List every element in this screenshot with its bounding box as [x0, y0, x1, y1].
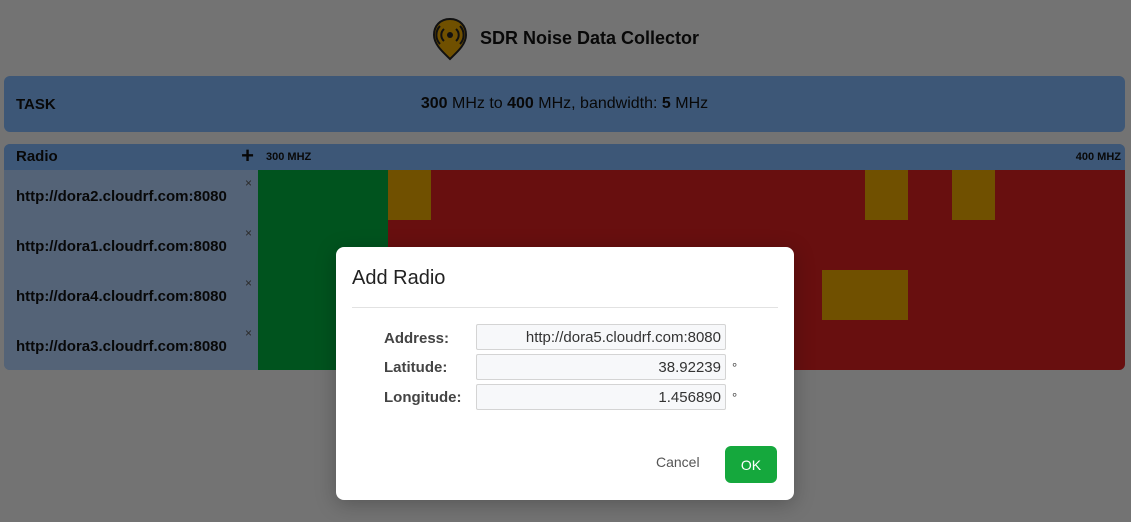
cancel-button[interactable]: Cancel: [650, 453, 706, 471]
address-label: Address:: [384, 330, 450, 347]
latitude-label: Latitude:: [384, 359, 448, 376]
longitude-label: Longitude:: [384, 389, 462, 406]
ok-button[interactable]: OK: [725, 446, 777, 483]
longitude-input[interactable]: [476, 384, 726, 410]
latitude-input[interactable]: [476, 354, 726, 380]
address-input[interactable]: [476, 324, 726, 350]
add-radio-dialog: Add Radio Address: Latitude: ° Longitude…: [336, 247, 794, 500]
longitude-degree-unit: °: [732, 390, 738, 405]
latitude-degree-unit: °: [732, 360, 738, 375]
dialog-title: Add Radio: [352, 267, 446, 289]
dialog-divider: [352, 307, 778, 308]
